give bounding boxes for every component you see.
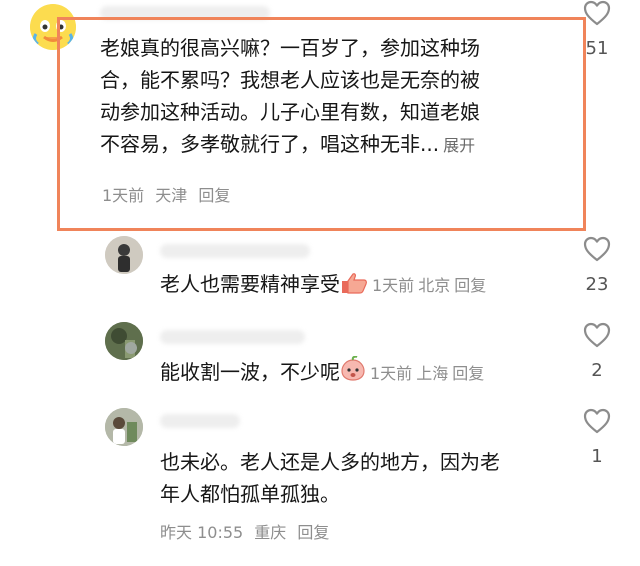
like-count: 1 <box>591 446 603 467</box>
avatar[interactable] <box>105 408 143 446</box>
username-blurred[interactable] <box>160 244 310 258</box>
reply-button[interactable]: 回复 <box>198 186 230 205</box>
reply-button[interactable]: 回复 <box>454 276 486 295</box>
like-button[interactable]: 23 <box>575 236 619 295</box>
heart-icon <box>583 236 611 262</box>
timestamp: 昨天 10:55 <box>160 523 244 542</box>
person-photo-icon <box>105 236 143 274</box>
like-button[interactable]: 1 <box>575 408 619 467</box>
location: 天津 <box>155 186 188 205</box>
expand-link[interactable]: 展开 <box>443 136 475 155</box>
comment-text: 能收割一波，不少呢 1天前 上海 回复 <box>160 355 488 391</box>
like-button[interactable]: 51 <box>575 0 619 59</box>
peach-face-icon <box>340 355 366 391</box>
username-blurred[interactable] <box>160 330 305 344</box>
comment-item: 老人也需要精神享受 1天前 北京 回复 23 <box>0 236 640 316</box>
reply-button[interactable]: 回复 <box>297 523 329 542</box>
comment-meta: 1天前 天津 回复 <box>102 186 236 206</box>
like-count: 51 <box>585 38 609 59</box>
timestamp: 1天前 <box>102 186 145 205</box>
person-photo-icon <box>105 408 143 446</box>
thumbs-up-icon <box>340 271 368 303</box>
like-button[interactable]: 2 <box>575 322 619 381</box>
comment-text: 老人也需要精神享受 1天前 北京 回复 <box>160 268 490 303</box>
avatar[interactable] <box>105 236 143 274</box>
landscape-photo-icon <box>105 322 143 360</box>
username-blurred[interactable] <box>100 6 270 20</box>
like-count: 23 <box>585 274 609 295</box>
avatar[interactable] <box>105 322 143 360</box>
emoji-face-icon <box>30 4 76 50</box>
comment-meta: 昨天 10:55 重庆 回复 <box>160 523 335 543</box>
like-count: 2 <box>591 360 603 381</box>
heart-icon <box>583 322 611 348</box>
username-blurred[interactable] <box>160 414 240 428</box>
timestamp: 1天前 <box>370 364 413 383</box>
location: 北京 <box>418 276 451 295</box>
comment-text: 也未必。老人还是人多的地方，因为老 年人都怕孤单孤独。 <box>160 450 500 506</box>
location: 重庆 <box>254 523 287 542</box>
comment-item: 老娘真的很高兴嘛？一百岁了，参加这种场 合，能不累吗？我想老人应该也是无奈的被 … <box>0 0 640 235</box>
location: 上海 <box>416 364 449 383</box>
comment-text: 老娘真的很高兴嘛？一百岁了，参加这种场 合，能不累吗？我想老人应该也是无奈的被 … <box>100 36 480 156</box>
reply-button[interactable]: 回复 <box>452 364 484 383</box>
avatar[interactable] <box>30 4 76 50</box>
comment-meta: 1天前 北京 回复 <box>372 276 490 295</box>
heart-icon <box>583 408 611 434</box>
comment-meta: 1天前 上海 回复 <box>370 364 488 383</box>
comment-item: 也未必。老人还是人多的地方，因为老 年人都怕孤单孤独。 昨天 10:55 重庆 … <box>0 408 640 558</box>
timestamp: 1天前 <box>372 276 415 295</box>
comment-item: 能收割一波，不少呢 1天前 上海 回复 2 <box>0 322 640 402</box>
heart-icon <box>583 0 611 26</box>
